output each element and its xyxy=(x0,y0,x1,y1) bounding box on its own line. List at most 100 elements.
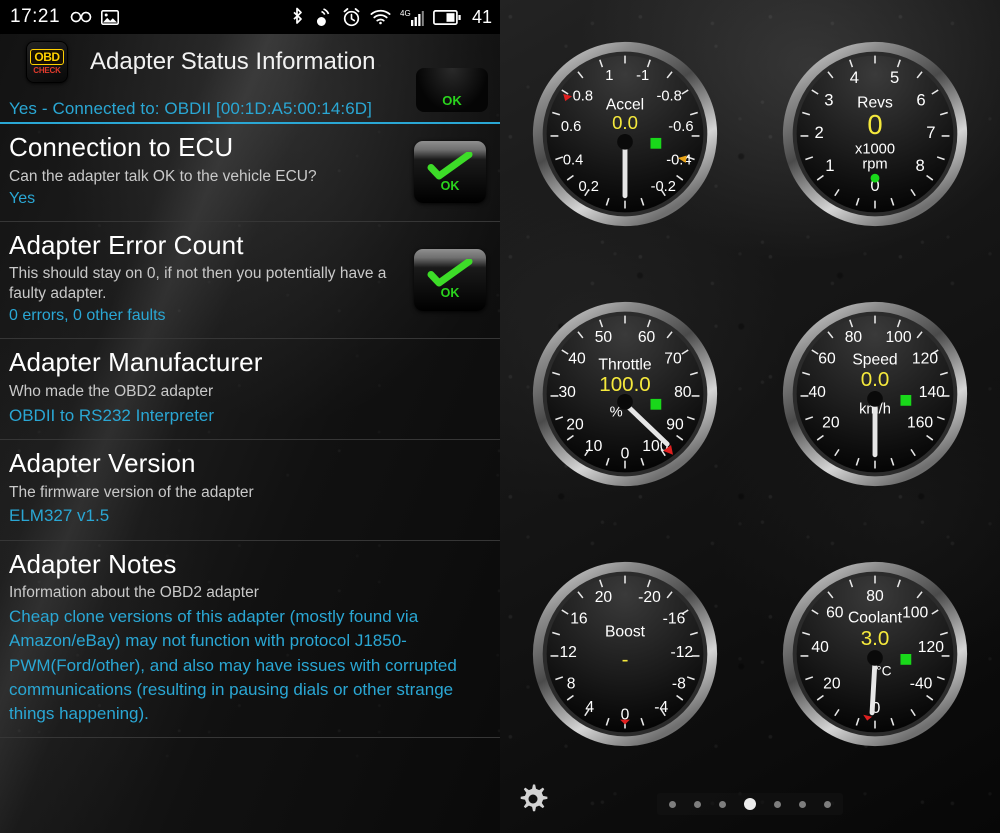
svg-text:-20: -20 xyxy=(638,589,661,606)
gauge-name: Coolant xyxy=(848,610,903,627)
svg-text:-1: -1 xyxy=(636,68,649,84)
page-dot[interactable] xyxy=(669,800,676,808)
gauge-value: - xyxy=(622,648,629,671)
gear-icon[interactable] xyxy=(514,782,552,825)
svg-text:30: 30 xyxy=(558,384,576,401)
check-icon xyxy=(427,151,473,180)
status-square xyxy=(900,394,912,406)
gauge-pane-bottom-bar xyxy=(500,771,1000,833)
status-right-icons: 4G 41 xyxy=(291,7,492,28)
check-icon xyxy=(427,259,473,287)
page-dot-active[interactable] xyxy=(744,798,756,810)
status-badge: OK xyxy=(414,141,486,204)
svg-text:40: 40 xyxy=(568,351,586,368)
gauge-value: 0.0 xyxy=(612,112,638,133)
svg-text:0.2: 0.2 xyxy=(579,179,599,195)
svg-text:3: 3 xyxy=(824,91,833,110)
svg-text:-8: -8 xyxy=(672,675,686,692)
connection-ok-badge: OK xyxy=(416,68,488,112)
svg-text:8: 8 xyxy=(915,156,924,175)
svg-text:60: 60 xyxy=(638,329,656,346)
svg-text:70: 70 xyxy=(664,351,682,368)
page-dot[interactable] xyxy=(694,800,701,808)
svg-text:20: 20 xyxy=(822,414,840,431)
svg-text:6: 6 xyxy=(916,91,925,110)
needle-hub xyxy=(617,134,633,150)
svg-text:-0.4: -0.4 xyxy=(666,152,691,168)
gauge-boost[interactable]: 20 -20 16 -16 12 -12 8 -8 4 -4 0 Boost - xyxy=(527,556,723,752)
page-dot[interactable] xyxy=(719,800,726,808)
status-square xyxy=(650,137,662,149)
app-icon-bottom-label: CHECK xyxy=(33,66,61,75)
gauge-value: 0.0 xyxy=(861,368,890,391)
svg-text:60: 60 xyxy=(818,351,836,368)
bluetooth-icon xyxy=(291,7,304,27)
gauge-speed[interactable]: 80100 60120 40140 20160 Speed 0.0 km/h xyxy=(777,296,973,492)
svg-text:20: 20 xyxy=(823,675,841,692)
app-icon-top-label: OBD xyxy=(30,49,64,65)
page-dot[interactable] xyxy=(824,800,831,808)
row-title: Adapter Notes xyxy=(9,548,177,579)
phone-pane: 17:21 4G 41 OBD CHECK Adapter Status Inf… xyxy=(0,0,500,833)
svg-text:12: 12 xyxy=(559,644,576,661)
svg-text:80: 80 xyxy=(674,384,692,401)
row-title: Adapter Version xyxy=(9,447,196,478)
row-description: Who made the OBD2 adapter xyxy=(9,382,214,400)
svg-text:60: 60 xyxy=(826,605,844,622)
svg-text:2: 2 xyxy=(815,123,824,142)
svg-text:100: 100 xyxy=(885,329,911,346)
gauge-throttle[interactable]: 50 60 40 70 30 80 20 90 10 100 0 Throttle 100… xyxy=(527,296,723,492)
svg-text:-16: -16 xyxy=(663,611,686,628)
connection-status-text: Yes - Connected to: OBDII [00:1D:A5:00:1… xyxy=(9,99,372,118)
row-value: OBDII to RS232 Interpreter xyxy=(9,405,215,425)
page-indicator-dots[interactable] xyxy=(657,793,843,815)
status-list[interactable]: OK Yes - Connected to: OBDII [00:1D:A5:0… xyxy=(0,68,500,833)
svg-text:50: 50 xyxy=(595,329,613,346)
list-item[interactable]: Connection to ECU Can the adapter talk O… xyxy=(0,124,500,222)
svg-text:0.8: 0.8 xyxy=(573,89,593,105)
status-dot xyxy=(870,173,880,183)
svg-text:20: 20 xyxy=(595,589,613,606)
status-square xyxy=(650,398,662,410)
gauge-value: 100.0 xyxy=(599,373,651,396)
battery-percent: 41 xyxy=(471,6,492,27)
gauge-name: Accel xyxy=(606,97,644,114)
gauge-revs[interactable]: 45 36 27 18 0 Revs 0 x1000 rpm xyxy=(777,36,973,232)
svg-text:-4: -4 xyxy=(654,699,668,716)
wifi-icon xyxy=(370,9,391,25)
gauge-accel[interactable]: 1 -1 0.8 -0.8 0.6 -0.6 0.4 -0.4 0.2 -0.2 Acce… xyxy=(527,36,723,232)
svg-text:0: 0 xyxy=(621,446,630,463)
list-item[interactable]: Adapter Error Count This should stay on … xyxy=(0,222,500,339)
gauge-name: Speed xyxy=(852,352,897,369)
connection-banner-row[interactable]: OK Yes - Connected to: OBDII [00:1D:A5:0… xyxy=(0,68,500,124)
needle-hub xyxy=(617,394,633,410)
gauge-name: Boost xyxy=(605,623,646,640)
page-dot[interactable] xyxy=(799,800,806,808)
gauge-unit-second: rpm xyxy=(862,156,887,172)
svg-text:1: 1 xyxy=(825,156,834,175)
infinity-icon xyxy=(70,10,92,24)
row-description: Information about the OBD2 adapter xyxy=(9,584,259,602)
obd-check-app-icon: OBD CHECK xyxy=(26,41,68,83)
svg-text:0.4: 0.4 xyxy=(563,152,583,168)
svg-text:1: 1 xyxy=(605,68,613,84)
list-item[interactable]: Adapter Notes Information about the OBD2… xyxy=(0,541,500,738)
svg-text:4: 4 xyxy=(585,699,594,716)
svg-text:160: 160 xyxy=(907,414,933,431)
svg-text:4G: 4G xyxy=(400,9,411,18)
list-item[interactable]: Adapter Version The firmware version of … xyxy=(0,440,500,541)
gauge-grid: 1 -1 0.8 -0.8 0.6 -0.6 0.4 -0.4 0.2 -0.2 Acce… xyxy=(500,0,1000,833)
list-item[interactable]: Adapter Manufacturer Who made the OBD2 a… xyxy=(0,339,500,440)
svg-text:20: 20 xyxy=(566,416,584,433)
svg-text:-40: -40 xyxy=(910,675,933,692)
page-dot[interactable] xyxy=(774,800,781,808)
gauge-needle xyxy=(869,658,878,716)
gauge-unit: x1000 xyxy=(855,142,895,158)
svg-text:-0.2: -0.2 xyxy=(651,179,676,195)
gauge-unit: °C xyxy=(876,664,891,679)
alarm-icon xyxy=(342,7,361,27)
connection-ok-label: OK xyxy=(442,93,462,108)
gauge-coolant[interactable]: 80 60 100 40 120 20 -40 0 Coolant 3.0 °C xyxy=(777,556,973,752)
screen-root: 17:21 4G 41 OBD CHECK Adapter Status Inf… xyxy=(0,0,1000,833)
svg-text:80: 80 xyxy=(845,329,863,346)
